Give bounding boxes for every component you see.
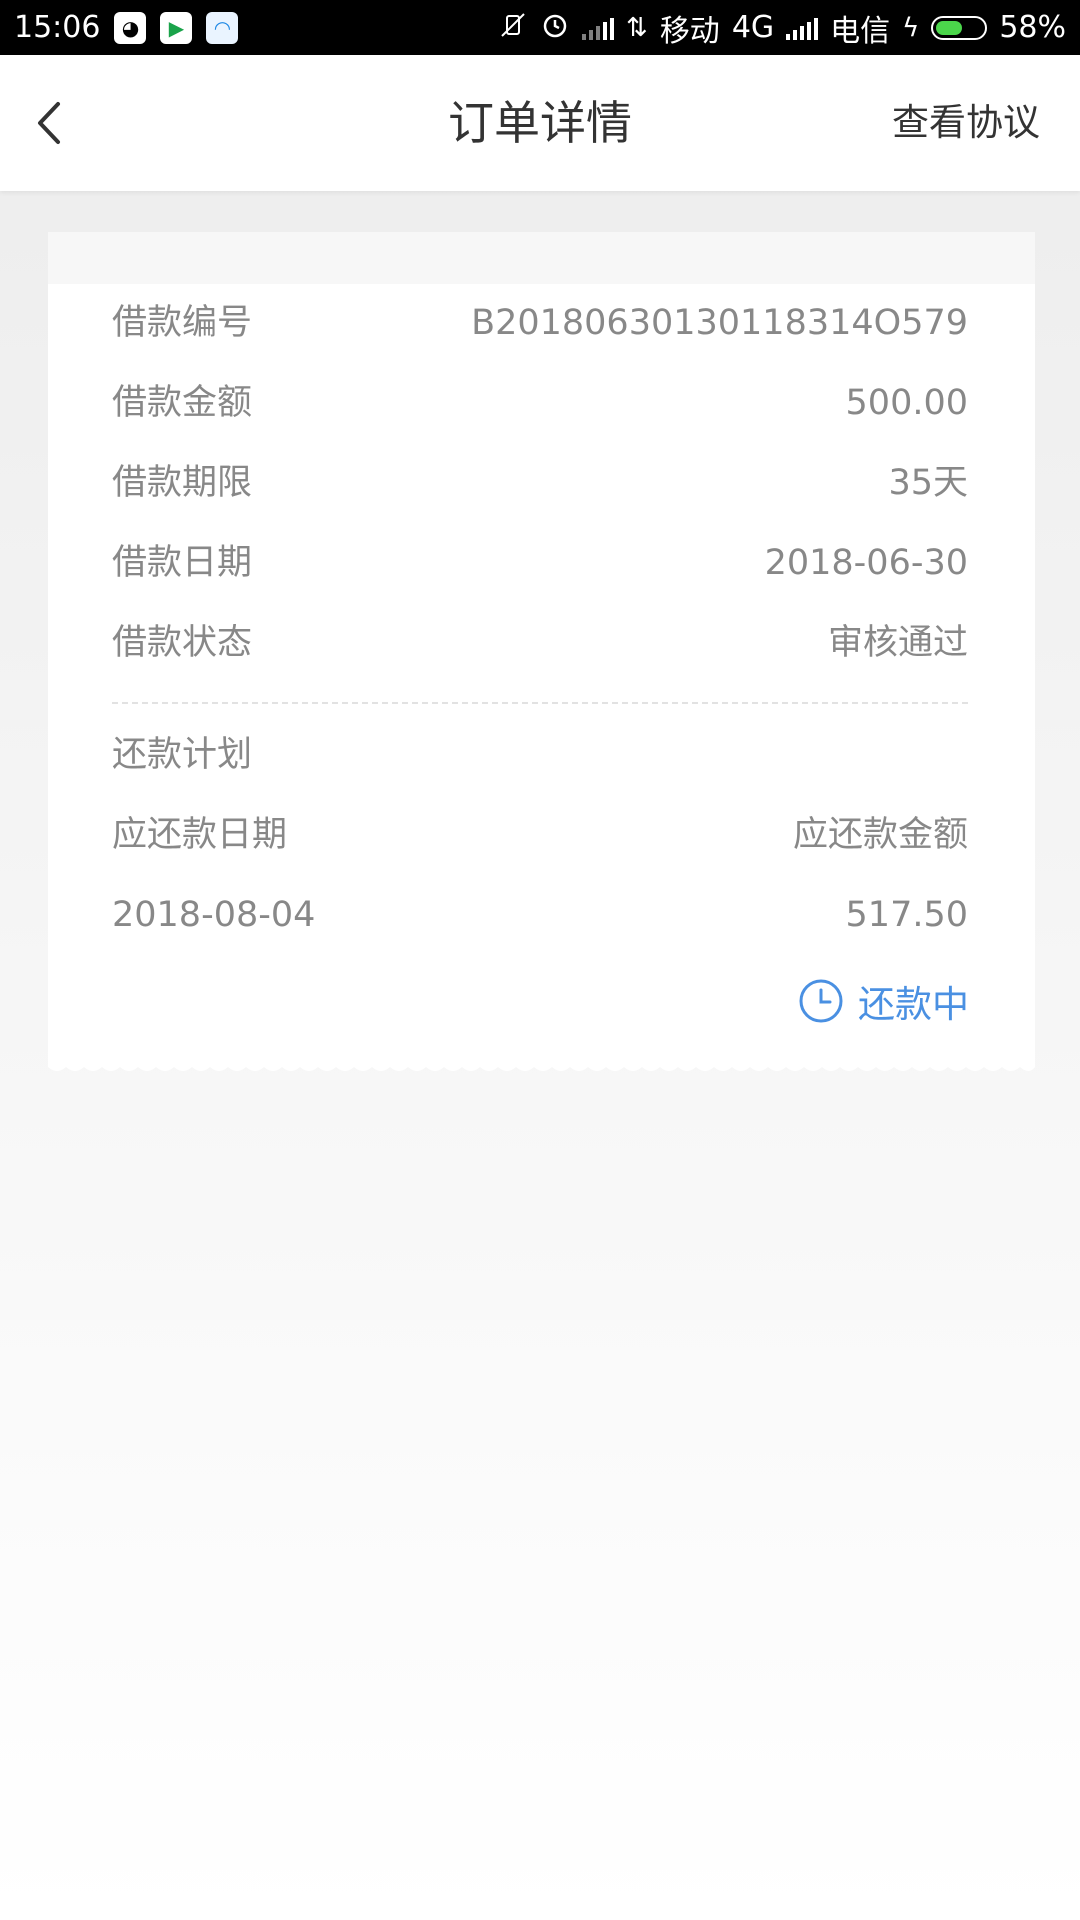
battery-fill bbox=[936, 20, 962, 35]
row-label: 借款期限 bbox=[112, 463, 253, 503]
qq-icon: ◕ bbox=[114, 11, 147, 44]
due-date-value: 2018-08-04 bbox=[112, 895, 316, 935]
order-detail-card: 借款编号 B20180630130118314O579 借款金额 500.00 … bbox=[48, 232, 1035, 1071]
clock-icon bbox=[799, 979, 843, 1023]
back-button[interactable] bbox=[20, 93, 80, 153]
card-wavy-edge bbox=[48, 1061, 1035, 1071]
row-value: 2018-06-30 bbox=[764, 543, 968, 583]
repayment-plan-title-row: 还款计划 bbox=[112, 725, 968, 785]
loan-id-row: 借款编号 B20180630130118314O579 bbox=[112, 293, 968, 353]
due-amount-value: 517.50 bbox=[845, 895, 968, 935]
data-arrows-icon: ⇅ bbox=[626, 12, 648, 43]
section-title: 还款计划 bbox=[112, 735, 253, 775]
row-label: 借款金额 bbox=[112, 383, 253, 423]
loan-term-row: 借款期限 35天 bbox=[112, 453, 968, 513]
signal-icon bbox=[786, 16, 819, 40]
repayment-header-row: 应还款日期 应还款金额 bbox=[112, 805, 968, 865]
due-amount-header: 应还款金额 bbox=[792, 815, 968, 855]
repayment-status: 还款中 bbox=[798, 971, 969, 1031]
mute-vibrate-icon bbox=[498, 10, 528, 45]
row-value: 35天 bbox=[888, 463, 968, 503]
row-value: 审核通过 bbox=[827, 623, 968, 663]
network-type-label: 4G bbox=[731, 10, 775, 45]
browser-app-icon: ◠ bbox=[206, 11, 239, 44]
view-agreement-link[interactable]: 查看协议 bbox=[892, 55, 1040, 191]
status-bar: 15:06 ◕ ▶ ◠ ⇅ 移动 4G 电信 ϟ 58% bbox=[0, 0, 1080, 55]
signal-icon bbox=[582, 16, 615, 40]
alarm-icon bbox=[540, 10, 570, 45]
video-app-icon: ▶ bbox=[160, 11, 193, 44]
loan-amount-row: 借款金额 500.00 bbox=[112, 373, 968, 433]
chevron-left-icon bbox=[38, 102, 60, 144]
card-top-band bbox=[48, 232, 1035, 284]
repayment-status-text: 还款中 bbox=[858, 983, 969, 1026]
charging-icon: ϟ bbox=[902, 12, 920, 43]
battery-percent: 58% bbox=[999, 10, 1066, 45]
row-value: B20180630130118314O579 bbox=[471, 303, 968, 343]
loan-status-row: 借款状态 审核通过 bbox=[112, 613, 968, 673]
due-date-header: 应还款日期 bbox=[112, 815, 288, 855]
dashed-divider bbox=[112, 702, 968, 704]
row-label: 借款日期 bbox=[112, 543, 253, 583]
repayment-row: 2018-08-04 517.50 bbox=[112, 885, 968, 945]
nav-header: 订单详情 查看协议 bbox=[0, 55, 1080, 191]
carrier1-label: 移动 bbox=[659, 13, 720, 49]
battery-icon bbox=[931, 15, 988, 40]
loan-date-row: 借款日期 2018-06-30 bbox=[112, 533, 968, 593]
row-label: 借款状态 bbox=[112, 623, 253, 663]
row-label: 借款编号 bbox=[112, 303, 253, 343]
carrier2-label: 电信 bbox=[830, 13, 891, 49]
row-value: 500.00 bbox=[845, 383, 968, 423]
status-time: 15:06 bbox=[14, 10, 101, 45]
